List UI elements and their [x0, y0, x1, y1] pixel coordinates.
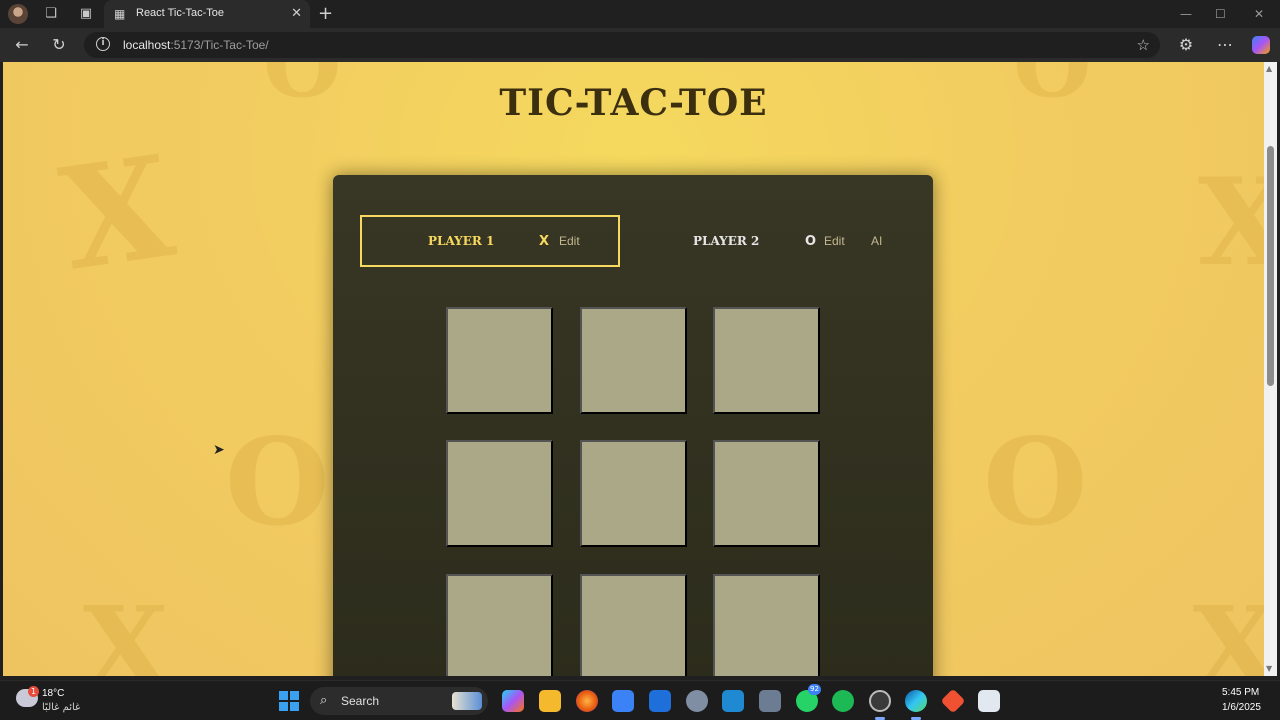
address-url[interactable]: localhost:5173/Tic-Tac-Toe/	[123, 38, 269, 52]
git-icon[interactable]	[940, 688, 966, 714]
outlook-icon[interactable]	[649, 690, 671, 712]
game-container: PLAYER 1 X Edit PLAYER 2 O Edit AI	[333, 175, 933, 676]
board-cell-0-1[interactable]	[580, 307, 687, 414]
taskbar-clock-date[interactable]: 1/6/2025	[1222, 702, 1261, 713]
microsoft-store-icon[interactable]	[612, 690, 634, 712]
player-1-edit-button[interactable]: Edit	[559, 234, 580, 248]
board-cell-0-0[interactable]	[446, 307, 553, 414]
background-x-mark: X	[52, 125, 183, 303]
whatsapp-unread-badge: 92	[808, 684, 821, 695]
address-bar[interactable]: i localhost:5173/Tic-Tac-Toe/ ☆	[84, 32, 1160, 58]
search-highlight-art	[452, 692, 482, 710]
firefox-icon[interactable]	[576, 690, 598, 712]
address-host: localhost	[123, 38, 171, 52]
weather-description[interactable]: غائم غالبًا	[42, 702, 80, 713]
mouse-cursor-icon: ➤	[213, 442, 225, 458]
vscode-icon[interactable]	[722, 690, 744, 712]
board-cell-1-1[interactable]	[580, 440, 687, 547]
minimize-button[interactable]: —	[1180, 6, 1192, 22]
search-icon: ⌕	[320, 693, 328, 708]
profile-avatar[interactable]	[8, 4, 28, 24]
reload-icon[interactable]: ↻	[50, 36, 68, 54]
snipping-tool-icon[interactable]	[978, 690, 1000, 712]
player-1-card: PLAYER 1 X Edit	[360, 215, 620, 267]
browser-titlebar: ❏ ▣ ▦ React Tic-Tac-Toe ✕ + — ☐ ✕	[0, 0, 1280, 28]
tab-actions-icon[interactable]: ▣	[78, 6, 94, 22]
taskbar-search[interactable]: ⌕ Search	[310, 687, 488, 715]
new-tab-button[interactable]: +	[318, 4, 333, 24]
page-title: TIC-TAC-TOE	[499, 82, 768, 124]
favorite-star-icon[interactable]: ☆	[1137, 36, 1150, 54]
board-cell-2-2[interactable]	[713, 574, 820, 676]
scroll-up-arrow-icon[interactable]: ▲	[1266, 64, 1272, 74]
player-1-name: PLAYER 1	[428, 234, 495, 248]
search-label: Search	[341, 694, 380, 708]
close-tab-icon[interactable]: ✕	[291, 6, 302, 22]
maximize-button[interactable]: ☐	[1215, 6, 1226, 22]
page-scrollbar[interactable]: ▲ ▼	[1264, 62, 1277, 676]
copilot-app-icon[interactable]	[502, 690, 524, 712]
page-viewport: X O O X O O X X TIC-TAC-TOE PLAYER 1 X E…	[3, 62, 1264, 676]
player-2-symbol: O	[805, 233, 817, 249]
board-cell-0-2[interactable]	[713, 307, 820, 414]
board-cell-1-0[interactable]	[446, 440, 553, 547]
site-info-icon[interactable]: i	[96, 37, 110, 51]
player-2-card: PLAYER 2 O Edit AI	[626, 215, 906, 267]
background-x-mark: X	[1193, 582, 1264, 676]
extensions-icon[interactable]: ⚙	[1177, 36, 1195, 54]
scroll-down-arrow-icon[interactable]: ▼	[1266, 664, 1272, 674]
board-cell-1-2[interactable]	[713, 440, 820, 547]
file-explorer-icon[interactable]	[539, 690, 561, 712]
weather-alert-badge: 1	[28, 686, 39, 697]
calculator-icon[interactable]	[759, 690, 781, 712]
close-window-button[interactable]: ✕	[1254, 6, 1264, 22]
background-x-mark: X	[83, 582, 169, 676]
workspaces-icon[interactable]: ❏	[43, 6, 59, 22]
windows-taskbar: 1 18°C غائم غالبًا ⌕ Search 92 5:45 PM 1…	[0, 680, 1280, 720]
weather-temperature[interactable]: 18°C	[42, 688, 64, 699]
back-arrow-icon[interactable]: ←	[13, 36, 31, 54]
background-x-mark: X	[1198, 152, 1264, 293]
tab-react-tic-tac-toe[interactable]: ▦ React Tic-Tac-Toe ✕	[104, 0, 310, 28]
board-cell-2-0[interactable]	[446, 574, 553, 676]
player-1-symbol: X	[539, 233, 550, 249]
edge-browser-icon[interactable]	[905, 690, 927, 712]
more-menu-icon[interactable]: ⋯	[1216, 36, 1234, 54]
taskbar-clock-time[interactable]: 5:45 PM	[1222, 687, 1259, 698]
spotify-icon[interactable]	[832, 690, 854, 712]
player-2-edit-button[interactable]: Edit	[824, 234, 845, 248]
background-o-mark: O	[225, 412, 330, 553]
player-2-name: PLAYER 2	[693, 234, 760, 248]
address-path: :5173/Tic-Tac-Toe/	[170, 38, 269, 52]
background-o-mark: O	[983, 412, 1088, 553]
player-2-ai-toggle[interactable]: AI	[871, 234, 882, 248]
obs-studio-icon[interactable]	[869, 690, 891, 712]
copilot-icon[interactable]	[1252, 36, 1270, 54]
tab-title: React Tic-Tac-Toe	[136, 7, 225, 19]
windows-start-icon[interactable]	[279, 691, 299, 711]
scrollbar-thumb[interactable]	[1267, 146, 1274, 386]
settings-gear-icon[interactable]	[686, 690, 708, 712]
board-cell-2-1[interactable]	[580, 574, 687, 676]
grid-favicon-icon: ▦	[114, 7, 126, 21]
browser-navbar: ← ↻ i localhost:5173/Tic-Tac-Toe/ ☆ ⚙ ⋯	[0, 28, 1280, 62]
